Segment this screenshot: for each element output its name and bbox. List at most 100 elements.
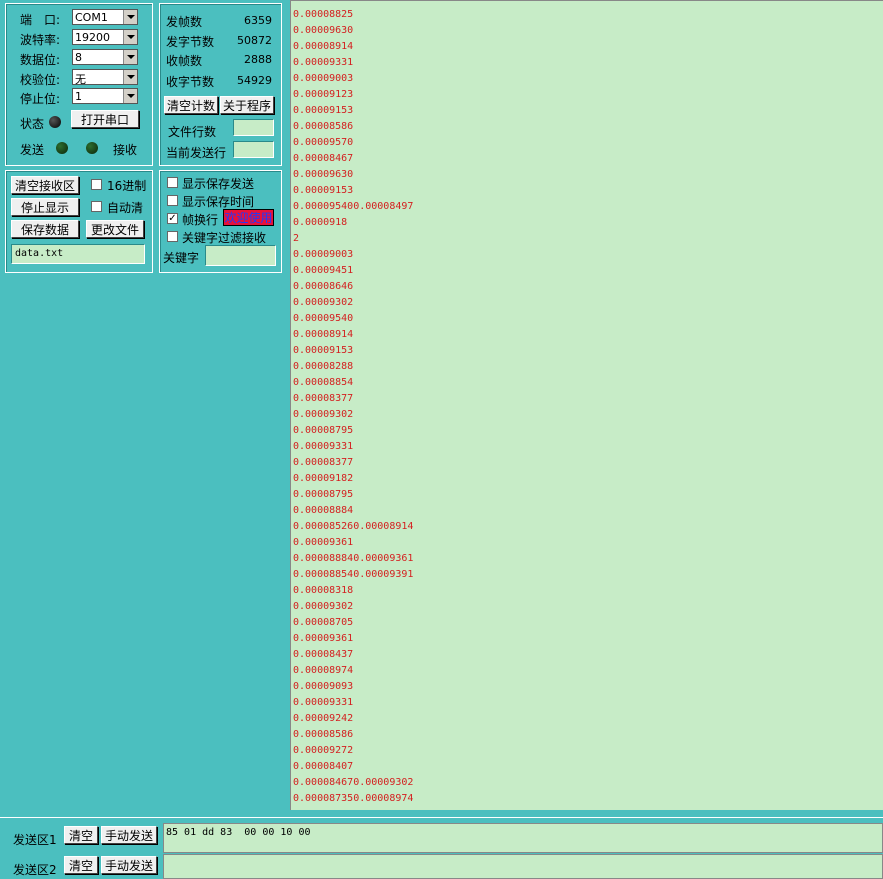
file-lines-field	[233, 119, 274, 136]
clear-recv-button[interactable]: 清空接收区	[11, 176, 79, 194]
recv-line: 0.00008377	[293, 393, 354, 404]
chevron-down-icon[interactable]	[123, 89, 137, 103]
recv-line: 0.00009361	[293, 633, 354, 644]
recv-line: 0.000088840.00009361	[293, 553, 414, 564]
stopbits-select[interactable]: 1	[72, 88, 138, 104]
send-area1-label: 发送区1	[13, 833, 57, 847]
recv-line: 0.00009451	[293, 265, 354, 276]
about-button[interactable]: 关于程序	[220, 96, 274, 114]
chevron-down-icon[interactable]	[123, 30, 137, 44]
chevron-down-icon[interactable]	[123, 50, 137, 64]
parity-select[interactable]: 无	[72, 69, 138, 86]
recv-line: 0.00009093	[293, 681, 354, 692]
keyword-filter-checkbox[interactable]	[167, 231, 178, 242]
chevron-down-icon[interactable]	[123, 10, 137, 24]
databits-select[interactable]: 8	[72, 49, 138, 65]
recv-line: 0.00008854	[293, 377, 354, 388]
sent-bytes-label: 发字节数	[166, 35, 215, 49]
status-led-icon	[49, 116, 61, 128]
show-saved-time-checkbox[interactable]	[167, 195, 178, 206]
recv-line: 0.000088540.00009391	[293, 569, 414, 580]
recv-line: 0.00008586	[293, 121, 354, 132]
recv-line: 0.000084670.00009302	[293, 777, 414, 788]
filename-field[interactable]: data.txt	[11, 244, 145, 264]
auto-clear-label: 自动清	[107, 201, 144, 215]
recv-line: 0.00009331	[293, 57, 354, 68]
stop-display-button[interactable]: 停止显示	[11, 198, 79, 216]
recv-line: 0.00009153	[293, 105, 354, 116]
recv-line: 0.00008586	[293, 729, 354, 740]
recv-lines-list: 0.00008825 0.00009630 0.00008914 0.00009331…	[291, 7, 883, 807]
show-saved-send-checkbox[interactable]	[167, 177, 178, 188]
stopbits-value: 1	[75, 90, 82, 103]
databits-label: 数据位:	[20, 53, 61, 67]
stopbits-label: 停止位:	[20, 92, 61, 106]
send-area1-content: 85 01 dd 83 00 00 10 00	[166, 827, 311, 838]
send-area2-label: 发送区2	[13, 863, 57, 877]
hex-checkbox[interactable]	[91, 179, 102, 190]
recv-line: 0.00008288	[293, 361, 354, 372]
change-file-button[interactable]: 更改文件	[86, 220, 144, 238]
recv-line: 0.00009570	[293, 137, 354, 148]
recv-line: 0.00009242	[293, 713, 354, 724]
show-saved-time-label: 显示保存时间	[182, 195, 255, 209]
show-saved-send-label: 显示保存发送	[182, 177, 255, 191]
filename-value: data.txt	[15, 248, 64, 259]
send-area2-clear-button[interactable]: 清空	[64, 856, 98, 874]
send-area2-input[interactable]	[163, 854, 883, 879]
hex-label: 16进制	[107, 179, 147, 193]
receive-area[interactable]: 0.00008825 0.00009630 0.00008914 0.00009331…	[290, 0, 883, 810]
recv-line: 0.00009272	[293, 745, 354, 756]
recv-line: 0.00009302	[293, 601, 354, 612]
send-area1-clear-button[interactable]: 清空	[64, 826, 98, 844]
recv-line: 0.00008467	[293, 153, 354, 164]
recv-line: 0.00008825	[293, 9, 354, 20]
auto-clear-checkbox[interactable]	[91, 201, 102, 212]
recv-bytes-value: 54929	[237, 74, 272, 87]
recv-indicator-label: 接收	[113, 143, 138, 157]
recv-bytes-label: 收字节数	[166, 75, 215, 89]
send-indicator-label: 发送	[20, 143, 45, 157]
recv-line: 0.00008884	[293, 505, 354, 516]
sent-frames-value: 6359	[244, 14, 272, 27]
send-area1-input[interactable]: 85 01 dd 83 00 00 10 00	[163, 823, 883, 853]
recv-line: 0.00009331	[293, 441, 354, 452]
open-port-button[interactable]: 打开串口	[71, 110, 139, 128]
baud-select[interactable]: 19200	[72, 29, 138, 45]
recv-led-icon	[86, 142, 98, 154]
send-area2-send-button[interactable]: 手动发送	[101, 856, 157, 874]
port-select[interactable]: COM1	[72, 9, 138, 25]
keyword-filter-label: 关键字过滤接收	[182, 231, 267, 245]
port-value: COM1	[75, 11, 108, 24]
databits-value: 8	[75, 51, 82, 64]
recv-frames-value: 2888	[244, 53, 272, 66]
recv-line: 0.00009630	[293, 25, 354, 36]
parity-label: 校验位:	[20, 73, 61, 87]
port-label: 端 口:	[20, 13, 61, 27]
recv-line: 0.00008914	[293, 329, 354, 340]
recv-line: 0.00009153	[293, 185, 354, 196]
send-area1-send-button[interactable]: 手动发送	[101, 826, 157, 844]
recv-line: 0.00009123	[293, 89, 354, 100]
recv-line: 0.00009182	[293, 473, 354, 484]
recv-line: 0.000085260.00008914	[293, 521, 414, 532]
recv-line: 0.00009361	[293, 537, 354, 548]
clear-count-button[interactable]: 清空计数	[164, 96, 218, 114]
save-data-button[interactable]: 保存数据	[11, 220, 79, 238]
recv-line: 0.00008407	[293, 761, 354, 772]
recv-line: 0.00008914	[293, 41, 354, 52]
chevron-down-icon[interactable]	[123, 70, 137, 84]
recv-line: 0.00008705	[293, 617, 354, 628]
file-lines-label: 文件行数	[168, 125, 217, 139]
recv-controls-panel: 清空接收区 16进制 停止显示 自动清 保存数据 更改文件 data.txt	[5, 170, 153, 273]
recv-line: 0.00009540	[293, 313, 354, 324]
status-label: 状态	[20, 117, 45, 131]
frame-newline-checkbox[interactable]: ✓	[167, 213, 178, 224]
recv-line: 0.0000918	[293, 217, 348, 228]
recv-line: 2	[293, 233, 300, 244]
keyword-input[interactable]	[205, 245, 276, 266]
recv-frames-label: 收帧数	[166, 54, 203, 68]
keyword-label: 关键字	[163, 251, 200, 265]
current-line-field	[233, 141, 274, 158]
recv-line: 0.00009630	[293, 169, 354, 180]
